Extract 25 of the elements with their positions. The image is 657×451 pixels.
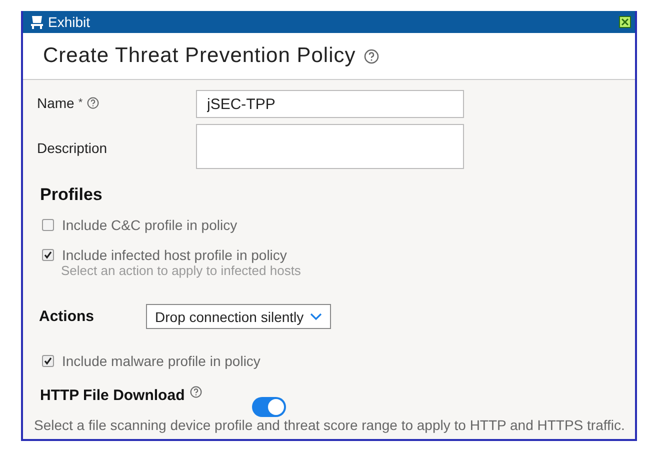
checkbox-label: Include infected host profile in policy (62, 247, 287, 263)
window-title: Exhibit (48, 14, 92, 30)
checkbox-label: Include C&C profile in policy (62, 217, 238, 233)
checkbox[interactable] (42, 249, 54, 261)
hint-text: Select an action to apply to infected hosts (61, 263, 302, 278)
close-icon[interactable] (619, 16, 631, 28)
toggle-switch[interactable] (252, 397, 286, 417)
section-label: HTTP File Download (40, 387, 185, 404)
checkbox[interactable] (42, 355, 54, 367)
chair-icon (29, 15, 45, 29)
required-mark: * (78, 97, 83, 109)
action-dropdown[interactable]: Drop connection silently (146, 304, 331, 329)
checkbox[interactable] (42, 219, 54, 231)
description-field[interactable] (196, 124, 464, 169)
help-icon[interactable] (364, 48, 379, 64)
name-field[interactable]: jSEC-TPP (196, 90, 464, 118)
help-icon[interactable] (190, 386, 202, 398)
field-label: Name (37, 95, 74, 111)
chevron-down-icon (310, 312, 322, 320)
checkbox-label: Include malware profile in policy (62, 353, 260, 369)
actions-label: Actions (39, 308, 94, 325)
field-label: Description (37, 140, 108, 156)
help-icon[interactable] (86, 97, 99, 109)
section-title: Profiles (40, 185, 104, 205)
page-title: Create Threat Prevention Policy (43, 44, 356, 68)
